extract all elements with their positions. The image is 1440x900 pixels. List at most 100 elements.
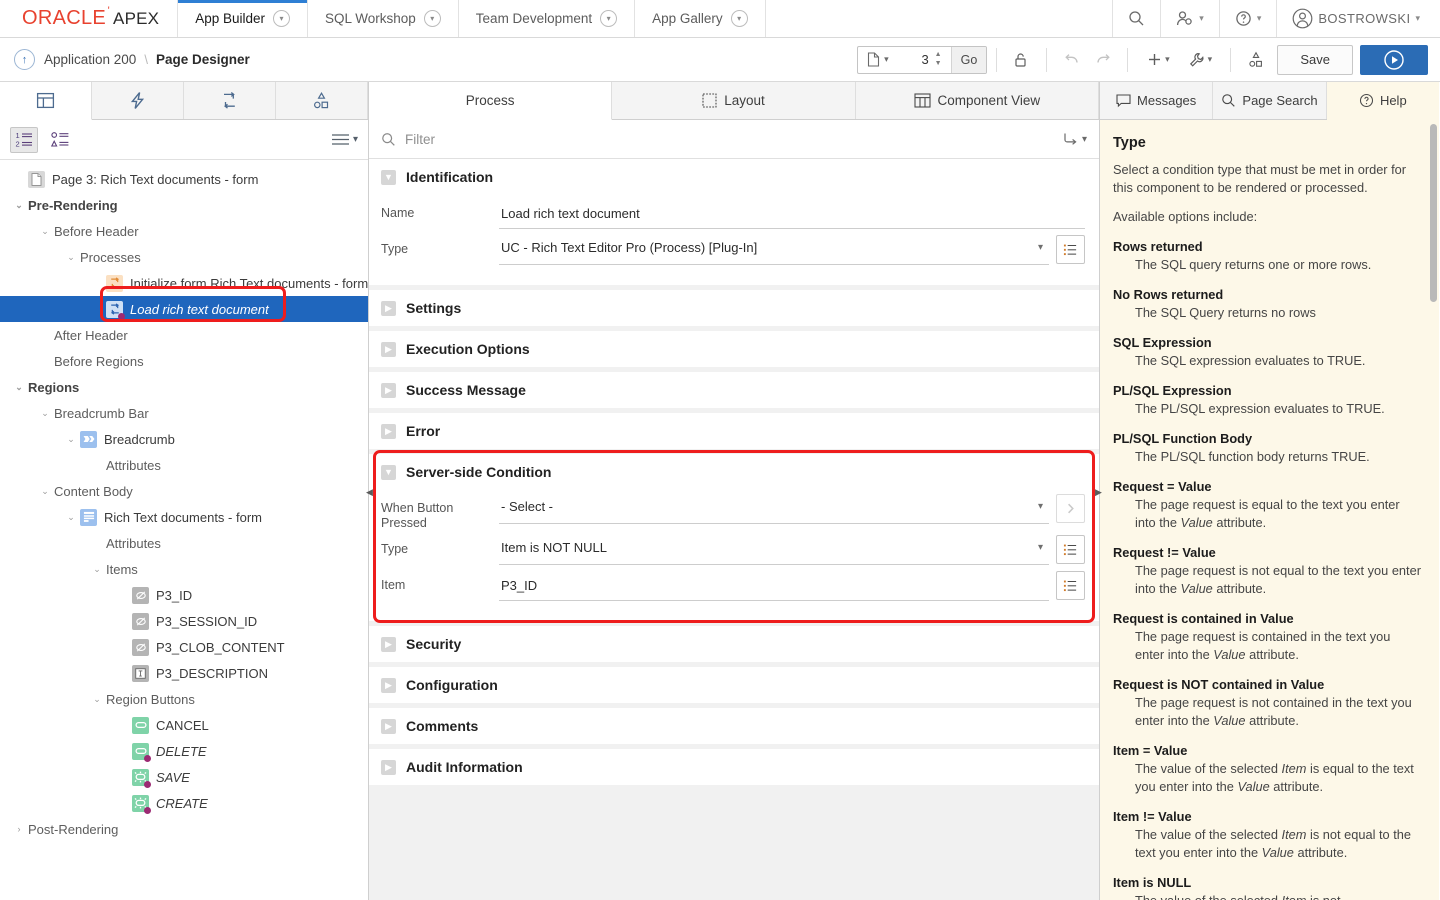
tree-node[interactable]: CANCEL — [0, 712, 368, 738]
chevron-down-icon[interactable]: ▾ — [600, 10, 617, 27]
tree-node[interactable]: After Header — [0, 322, 368, 348]
chevron-down-icon[interactable]: ▼ — [381, 170, 396, 185]
sort-numeric-button[interactable]: 1 2 — [10, 127, 38, 153]
chevron-down-icon[interactable]: ▾ — [273, 10, 290, 27]
property-select[interactable]: Item is NOT NULL▾ — [499, 535, 1049, 565]
chevron-right-icon[interactable]: ▶ — [381, 301, 396, 316]
tab-page-search[interactable]: Page Search — [1213, 82, 1326, 119]
section-header[interactable]: ▼Identification — [369, 159, 1099, 195]
open-dialog-button[interactable] — [1056, 494, 1085, 523]
page-selector[interactable]: ▾ 3 ▲▼ Go — [857, 46, 987, 74]
section-header[interactable]: ▶Comments — [369, 708, 1099, 744]
tree-node[interactable]: ⌄Regions — [0, 374, 368, 400]
tree-node[interactable]: ⌄Processes — [0, 244, 368, 270]
create-menu-button[interactable]: ▾ — [1137, 46, 1179, 74]
right-collapse-handle[interactable]: ▶ — [1094, 482, 1103, 502]
tab-process[interactable]: Process — [369, 82, 612, 120]
tab-dynamic-actions[interactable] — [92, 82, 184, 119]
utilities-menu-button[interactable]: ▾ — [1179, 46, 1221, 74]
tree-node[interactable]: ⌄Breadcrumb Bar — [0, 400, 368, 426]
chevron-down-icon[interactable]: ⌄ — [62, 512, 80, 523]
tree-node[interactable]: P3_ID — [0, 582, 368, 608]
chevron-down-icon[interactable]: ⌄ — [36, 486, 54, 497]
tree-node[interactable]: P3_SESSION_ID — [0, 608, 368, 634]
oracle-apex-logo[interactable]: ORACLE APEX — [0, 0, 178, 37]
lock-button[interactable] — [1006, 46, 1037, 74]
tree-node[interactable]: ⌄Pre-Rendering — [0, 192, 368, 218]
nav-tab-app-builder[interactable]: App Builder ▾ — [178, 0, 308, 37]
tree-node[interactable]: Attributes — [0, 530, 368, 556]
tree-node[interactable]: P3_CLOB_CONTENT — [0, 634, 368, 660]
tab-rendering[interactable] — [0, 82, 92, 120]
chevron-down-icon[interactable]: ⌄ — [88, 694, 106, 705]
tree-node[interactable]: Load rich text document — [0, 296, 368, 322]
nav-tab-sql-workshop[interactable]: SQL Workshop ▾ — [308, 0, 459, 37]
breadcrumb-application[interactable]: Application 200 — [44, 52, 136, 67]
help-scrollbar-thumb[interactable] — [1430, 124, 1437, 302]
chevron-down-icon[interactable]: ▾ — [424, 10, 441, 27]
chevron-down-icon[interactable]: ⌄ — [62, 434, 80, 445]
go-button[interactable]: Go — [951, 47, 987, 73]
chevron-down-icon[interactable]: ⌄ — [10, 200, 28, 211]
property-select[interactable]: UC - Rich Text Editor Pro (Process) [Plu… — [499, 235, 1049, 265]
list-picker-button[interactable] — [1056, 535, 1085, 564]
global-search-button[interactable] — [1113, 0, 1161, 37]
run-page-button[interactable] — [1360, 45, 1428, 75]
tree-node[interactable]: Before Regions — [0, 348, 368, 374]
chevron-down-icon[interactable]: ⌄ — [36, 408, 54, 419]
account-menu-button[interactable]: ▾ — [1161, 0, 1220, 37]
help-menu-button[interactable]: ▾ — [1220, 0, 1278, 37]
user-menu-button[interactable]: BOSTROWSKI ▾ — [1277, 0, 1440, 37]
tree-node[interactable]: CREATE — [0, 790, 368, 816]
sort-alpha-button[interactable] — [46, 127, 74, 153]
chevron-down-icon[interactable]: ⌄ — [36, 226, 54, 237]
tree-node[interactable]: Attributes — [0, 452, 368, 478]
left-collapse-handle[interactable]: ◀ — [365, 482, 374, 502]
chevron-down-icon[interactable]: ⌄ — [88, 564, 106, 575]
tree-node[interactable]: Initialize form Rich Text documents - fo… — [0, 270, 368, 296]
chevron-right-icon[interactable]: ▶ — [381, 383, 396, 398]
chevron-right-icon[interactable]: ▶ — [381, 719, 396, 734]
tab-shared-components[interactable] — [276, 82, 368, 119]
tab-processing[interactable] — [184, 82, 276, 119]
tree-node[interactable]: P3_DESCRIPTION — [0, 660, 368, 686]
chevron-down-icon[interactable]: ⌄ — [62, 252, 80, 263]
chevron-right-icon[interactable]: ▶ — [381, 637, 396, 652]
chevron-right-icon[interactable]: › — [10, 824, 28, 834]
tree-node[interactable]: ⌄Content Body — [0, 478, 368, 504]
nav-tab-team-development[interactable]: Team Development ▾ — [459, 0, 635, 37]
page-component-tree[interactable]: Page 3: Rich Text documents - form⌄Pre-R… — [0, 160, 368, 900]
chevron-right-icon[interactable]: ▶ — [381, 760, 396, 775]
chevron-right-icon[interactable]: ▶ — [381, 424, 396, 439]
tab-messages[interactable]: Messages — [1100, 82, 1213, 119]
tree-node[interactable]: ⌄Before Header — [0, 218, 368, 244]
tree-node[interactable]: ›Post-Rendering — [0, 816, 368, 842]
property-select[interactable]: - Select -▾ — [499, 494, 1049, 524]
section-header[interactable]: ▶Security — [369, 626, 1099, 662]
section-header[interactable]: ▶Configuration — [369, 667, 1099, 703]
chevron-right-icon[interactable]: ▶ — [381, 678, 396, 693]
chevron-down-icon[interactable]: ⌄ — [10, 382, 28, 393]
save-button[interactable]: Save — [1277, 45, 1353, 75]
chevron-down-icon[interactable]: ▼ — [381, 465, 396, 480]
chevron-down-icon[interactable]: ▾ — [731, 10, 748, 27]
filter-reset-button[interactable]: ▾ — [1063, 132, 1087, 146]
section-header[interactable]: ▶Audit Information — [369, 749, 1099, 785]
section-header[interactable]: ▼Server-side Condition — [369, 454, 1099, 490]
shared-components-button[interactable] — [1240, 46, 1271, 74]
tree-node[interactable]: SAVE — [0, 764, 368, 790]
list-picker-button[interactable] — [1056, 571, 1085, 600]
tree-node[interactable]: ⌄Region Buttons — [0, 686, 368, 712]
redo-button[interactable] — [1087, 46, 1118, 74]
tab-component-view[interactable]: Component View — [856, 82, 1099, 119]
page-number-stepper[interactable]: ▲▼ — [935, 47, 951, 73]
page-icon-dropdown[interactable]: ▾ — [858, 47, 897, 73]
list-picker-button[interactable] — [1056, 235, 1085, 264]
property-filter-input[interactable] — [405, 132, 1054, 147]
tree-node[interactable]: ⌄Rich Text documents - form — [0, 504, 368, 530]
tree-node[interactable]: ⌄Items — [0, 556, 368, 582]
property-input[interactable] — [499, 199, 1085, 229]
chevron-right-icon[interactable]: ▶ — [381, 342, 396, 357]
tree-node[interactable]: ⌄Breadcrumb — [0, 426, 368, 452]
section-header[interactable]: ▶Settings — [369, 290, 1099, 326]
